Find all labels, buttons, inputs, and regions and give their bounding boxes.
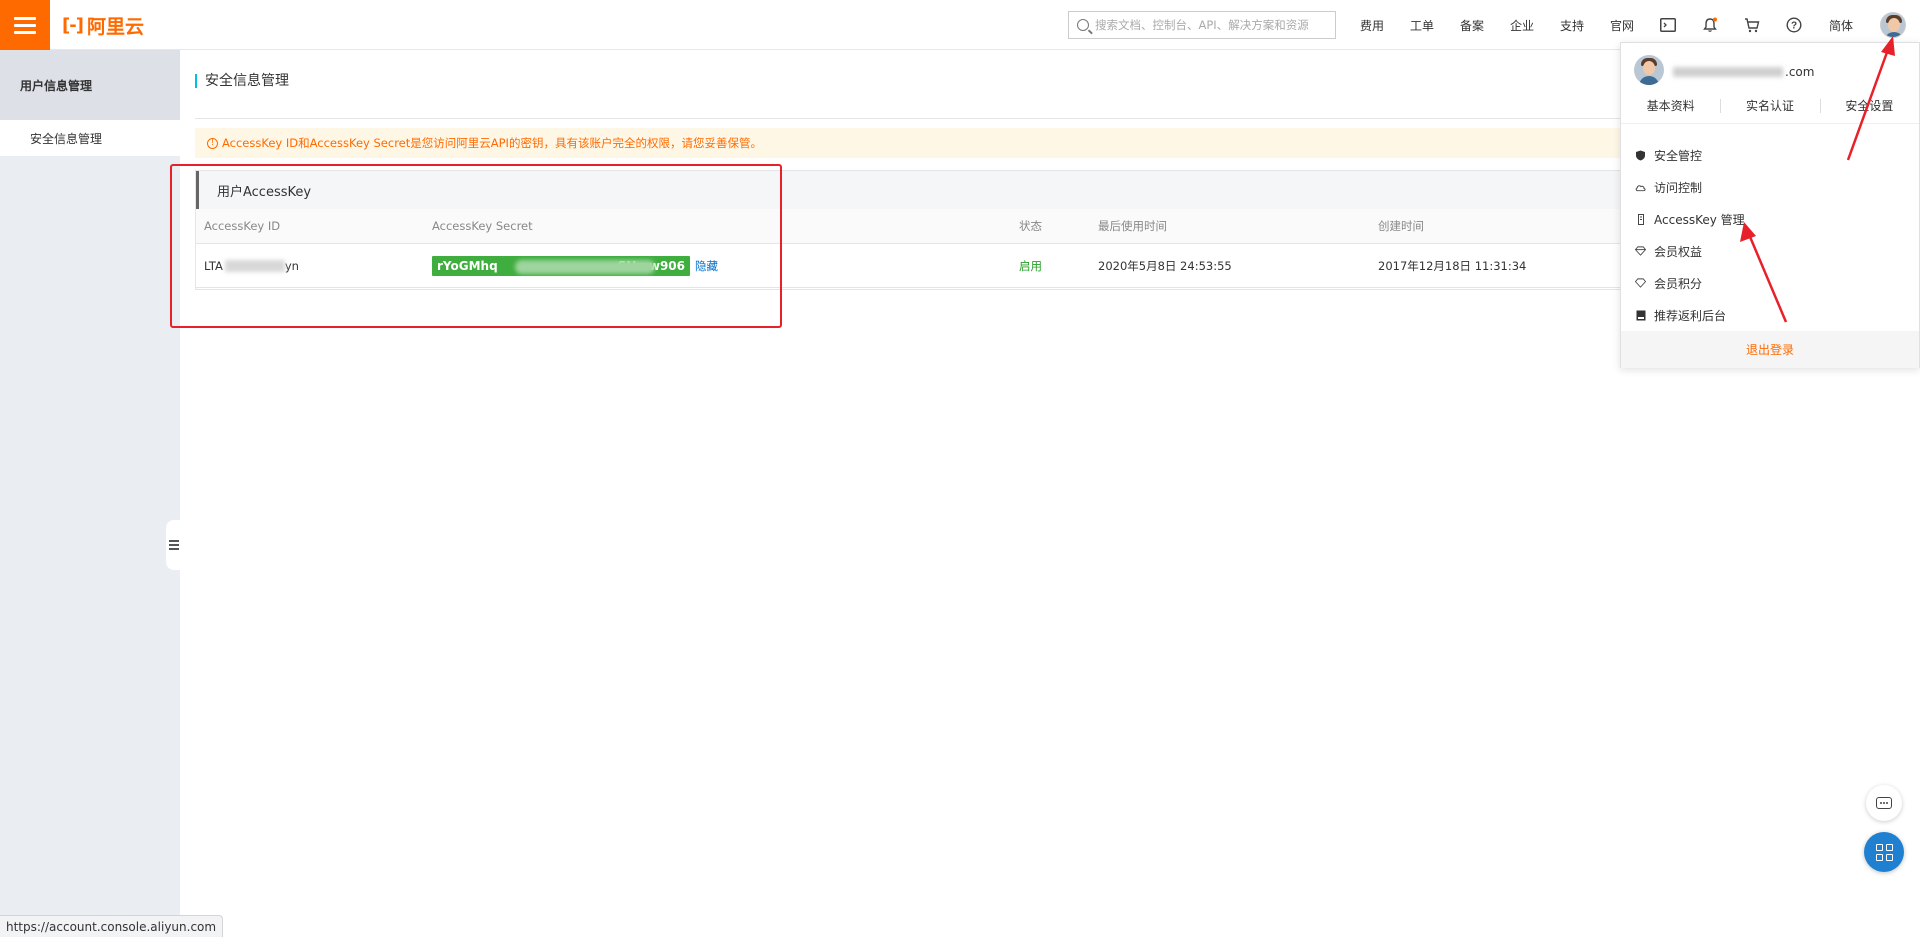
menu-item-label: 访问控制	[1654, 180, 1703, 195]
warning-icon: !	[207, 137, 218, 149]
col-last-used: 最后使用时间	[1098, 219, 1167, 233]
menu-item-referral-backend[interactable]: 推荐返利后台	[1621, 299, 1919, 331]
menu-item-member-points[interactable]: 会员积分	[1621, 267, 1919, 299]
last-used-time: 2020年5月8日 24:53:55	[1098, 258, 1232, 273]
key-icon	[1635, 213, 1646, 225]
search-input[interactable]: 搜索文档、控制台、API、解决方案和资源	[1068, 11, 1336, 39]
col-status: 状态	[1019, 219, 1042, 233]
status-badge: 启用	[1019, 258, 1042, 273]
sidebar-title: 用户信息管理	[0, 50, 180, 120]
tab-real-name-verification[interactable]: 实名认证	[1720, 95, 1819, 117]
svg-text:?: ?	[1791, 21, 1797, 32]
cloud-icon	[1635, 182, 1646, 193]
nav-item-label: 工单	[1410, 18, 1435, 33]
book-icon	[1635, 310, 1646, 321]
language-label: 简体	[1829, 18, 1854, 33]
profile-tabs: 基本资料 实名认证 安全设置	[1621, 95, 1919, 117]
terminal-icon[interactable]	[1658, 15, 1678, 35]
page-title: 安全信息管理	[195, 74, 289, 88]
warning-notice: ! AccessKey ID和AccessKey Secret是您访问阿里云AP…	[195, 128, 1695, 158]
chat-button[interactable]	[1866, 785, 1902, 821]
avatar-body	[1884, 32, 1904, 37]
nav-ticket[interactable]: 工单	[1410, 0, 1434, 50]
sidebar: 用户信息管理 安全信息管理	[0, 50, 182, 937]
dropdown-list: 安全管控 访问控制 AccessKey 管理 会员权益 会员积分 推荐返利后台	[1621, 139, 1919, 331]
tab-security-settings[interactable]: 安全设置	[1819, 95, 1919, 117]
apps-icon	[1885, 853, 1893, 861]
sidebar-item-label: 安全信息管理	[30, 131, 103, 146]
nav-item-label: 支持	[1560, 18, 1585, 33]
aliyun-logo[interactable]: [-] 阿里云	[62, 12, 144, 38]
nav-item-label: 费用	[1360, 18, 1385, 33]
chat-icon	[1876, 797, 1892, 809]
sidebar-item-security-info[interactable]: 安全信息管理	[0, 120, 180, 156]
avatar-face	[1888, 18, 1900, 32]
menu-line	[14, 30, 36, 34]
col-created: 创建时间	[1378, 219, 1424, 233]
collapse-icon	[169, 540, 179, 550]
bell-icon[interactable]	[1700, 15, 1720, 35]
nav-item-label: 官网	[1610, 18, 1635, 33]
menu-line	[14, 23, 36, 27]
logout-button[interactable]: 退出登录	[1621, 331, 1919, 368]
menu-item-label: 会员积分	[1654, 276, 1703, 291]
menu-item-label: 会员权益	[1654, 244, 1703, 259]
notice-text: AccessKey ID和AccessKey Secret是您访问阿里云API的…	[222, 136, 762, 150]
avatar-face	[1643, 61, 1655, 75]
redacted-blur	[1673, 67, 1783, 77]
menu-item-label: 安全管控	[1654, 148, 1703, 163]
menu-item-label: 推荐返利后台	[1654, 308, 1727, 323]
browser-status-url: https://account.console.aliyun.com	[0, 915, 224, 937]
nav-item-label: 企业	[1510, 18, 1535, 33]
aliyun-logo-icon: [-]	[62, 14, 84, 36]
hamburger-menu-button[interactable]	[0, 0, 50, 50]
shield-icon	[1635, 150, 1646, 161]
logo-text: 阿里云	[86, 15, 144, 38]
menu-line	[14, 16, 36, 20]
user-avatar[interactable]	[1880, 12, 1906, 38]
menu-item-access-control[interactable]: 访问控制	[1621, 171, 1919, 203]
nav-fee[interactable]: 费用	[1360, 0, 1384, 50]
nav-enterprise[interactable]: 企业	[1510, 0, 1534, 50]
email-suffix: .com	[1785, 65, 1815, 79]
avatar-body	[1639, 76, 1659, 85]
highlight-box	[170, 164, 782, 328]
account-email: .com	[1673, 65, 1814, 79]
menu-item-security-control[interactable]: 安全管控	[1621, 139, 1919, 171]
nav-icp[interactable]: 备案	[1460, 0, 1484, 50]
apps-icon	[1885, 843, 1893, 851]
menu-item-label: AccessKey 管理	[1654, 212, 1745, 227]
nav-item-label: 备案	[1460, 18, 1485, 33]
diamond-outline-icon	[1635, 278, 1646, 289]
cart-icon[interactable]	[1742, 15, 1762, 35]
help-icon[interactable]: ?	[1784, 15, 1804, 35]
tab-basic-info[interactable]: 基本资料	[1621, 95, 1720, 117]
search-placeholder: 搜索文档、控制台、API、解决方案和资源	[1095, 18, 1309, 32]
apps-icon	[1875, 843, 1883, 851]
dropdown-avatar	[1634, 55, 1664, 85]
diamond-icon	[1635, 246, 1646, 257]
menu-item-accesskey-management[interactable]: AccessKey 管理	[1621, 203, 1919, 235]
nav-support[interactable]: 支持	[1560, 0, 1584, 50]
apps-button[interactable]	[1864, 832, 1904, 872]
apps-icon	[1875, 853, 1883, 861]
created-time: 2017年12月18日 11:31:34	[1378, 258, 1527, 273]
search-icon	[1077, 19, 1089, 31]
user-dropdown-menu: .com 基本资料 实名认证 安全设置 安全管控 访问控制 AccessKey …	[1620, 42, 1920, 368]
menu-item-member-benefits[interactable]: 会员权益	[1621, 235, 1919, 267]
dropdown-divider	[1621, 123, 1919, 124]
title-divider	[195, 118, 1685, 119]
